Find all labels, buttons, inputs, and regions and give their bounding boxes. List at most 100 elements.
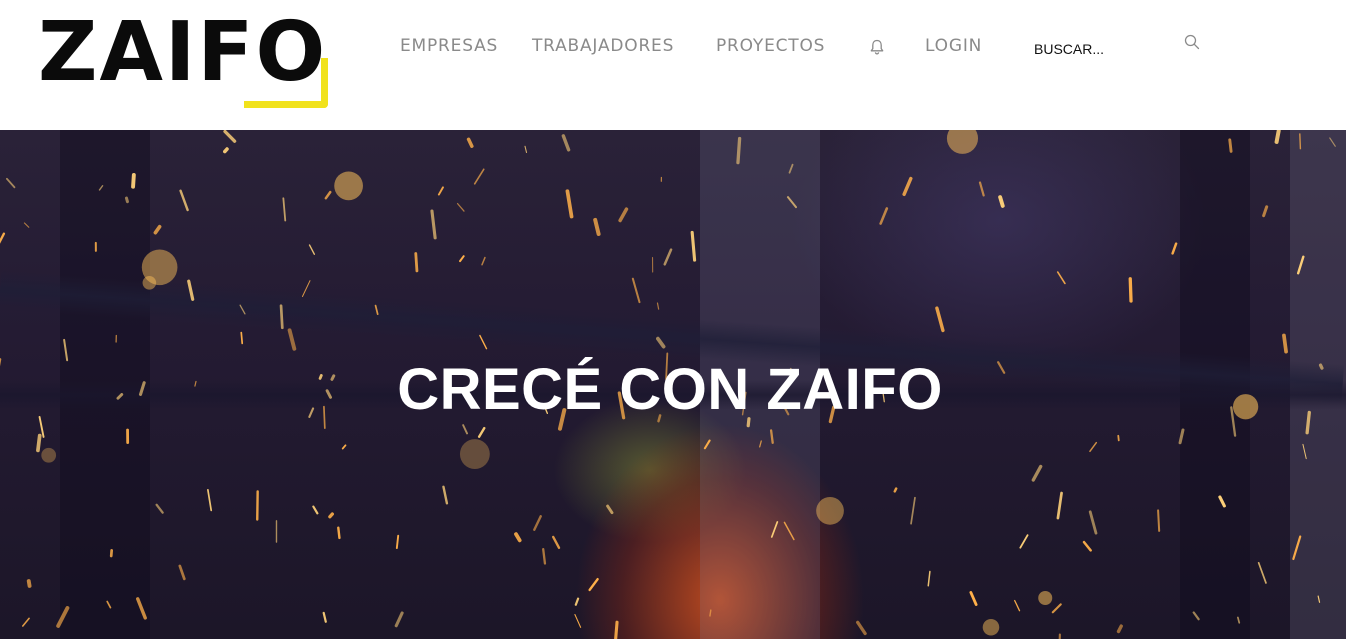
spark xyxy=(124,196,129,204)
spark xyxy=(656,302,660,310)
spark xyxy=(709,609,712,617)
spark xyxy=(56,606,70,628)
spark xyxy=(1082,540,1092,552)
spark xyxy=(328,512,334,519)
spark xyxy=(462,424,469,435)
spark xyxy=(0,232,6,244)
spark xyxy=(312,505,319,515)
spark xyxy=(606,504,614,515)
nav-empresas[interactable]: EMPRESAS xyxy=(400,36,498,60)
spark xyxy=(179,189,189,212)
spark xyxy=(395,534,400,550)
spark xyxy=(1116,624,1123,634)
logo-accent-bracket xyxy=(244,58,328,108)
bell-icon[interactable] xyxy=(868,38,886,56)
search-icon[interactable] xyxy=(1183,33,1201,51)
spark-glow xyxy=(982,618,1000,636)
spark-glow xyxy=(334,171,363,201)
spark xyxy=(481,256,486,266)
nav-trabajadores[interactable]: TRABAJADORES xyxy=(532,36,674,60)
spark xyxy=(22,617,30,627)
spark xyxy=(1178,428,1185,445)
spark xyxy=(893,487,898,493)
spark xyxy=(430,209,437,240)
spark xyxy=(178,564,186,581)
spark xyxy=(282,197,287,222)
spark xyxy=(473,168,485,185)
spark xyxy=(542,548,547,565)
hero-banner: CRECÉ CON ZAIFO xyxy=(0,130,1346,639)
spark xyxy=(786,196,797,209)
nav-login[interactable]: LOGIN xyxy=(925,36,982,60)
spark xyxy=(856,620,867,636)
spark xyxy=(287,328,297,351)
spark xyxy=(1171,242,1178,255)
spark xyxy=(1014,599,1021,612)
spark xyxy=(153,224,162,235)
spark-glow xyxy=(142,275,157,290)
spark xyxy=(337,526,341,540)
spark xyxy=(736,136,742,165)
spark xyxy=(223,130,237,143)
spark xyxy=(308,244,316,255)
spark xyxy=(155,503,164,514)
spark xyxy=(1262,205,1269,218)
spark xyxy=(479,334,488,350)
spark xyxy=(631,277,641,304)
spark xyxy=(279,304,284,330)
spark xyxy=(561,134,571,152)
spark xyxy=(759,440,762,448)
spark xyxy=(131,172,136,189)
spark-glow xyxy=(41,447,57,463)
spark xyxy=(1299,133,1302,150)
spark xyxy=(1274,130,1281,144)
spark xyxy=(690,230,697,262)
spark xyxy=(301,280,311,297)
spark xyxy=(466,137,474,148)
spark xyxy=(1056,491,1063,520)
spark xyxy=(524,145,528,154)
spark xyxy=(240,331,244,345)
spark xyxy=(1302,443,1307,460)
spark xyxy=(374,304,379,315)
spark xyxy=(459,255,465,263)
spark xyxy=(106,600,112,609)
spark xyxy=(663,248,673,266)
spark xyxy=(1282,333,1288,354)
spark xyxy=(588,577,599,592)
spark xyxy=(1051,603,1062,614)
spark xyxy=(1296,255,1305,275)
spark xyxy=(969,590,978,606)
spark xyxy=(935,306,945,333)
spark xyxy=(442,485,449,505)
spark xyxy=(207,489,213,512)
nav-proyectos[interactable]: PROYECTOS xyxy=(716,36,825,60)
spark-glow xyxy=(459,439,490,469)
spark xyxy=(788,163,794,174)
zaifo-logo[interactable]: ZAIFO xyxy=(38,12,330,110)
spark xyxy=(574,597,580,606)
spark xyxy=(1329,137,1336,147)
spark xyxy=(1019,534,1029,549)
spark xyxy=(565,189,574,219)
spark xyxy=(998,195,1005,208)
spark xyxy=(879,207,889,225)
spark-glow xyxy=(1038,590,1053,606)
spark xyxy=(1257,562,1267,584)
spark xyxy=(1192,611,1200,621)
spark xyxy=(36,433,42,453)
search-input[interactable] xyxy=(1030,36,1178,62)
spark xyxy=(1128,277,1133,303)
spark-glow xyxy=(816,497,844,525)
spark xyxy=(703,439,711,450)
spark xyxy=(456,202,465,212)
spark xyxy=(1228,138,1233,153)
spark xyxy=(26,579,32,588)
spark xyxy=(1088,510,1098,535)
spark xyxy=(1157,509,1161,532)
spark xyxy=(322,611,327,623)
spark xyxy=(341,444,347,450)
spark xyxy=(574,614,582,628)
spark-glow xyxy=(946,130,979,154)
spark xyxy=(1292,535,1302,561)
